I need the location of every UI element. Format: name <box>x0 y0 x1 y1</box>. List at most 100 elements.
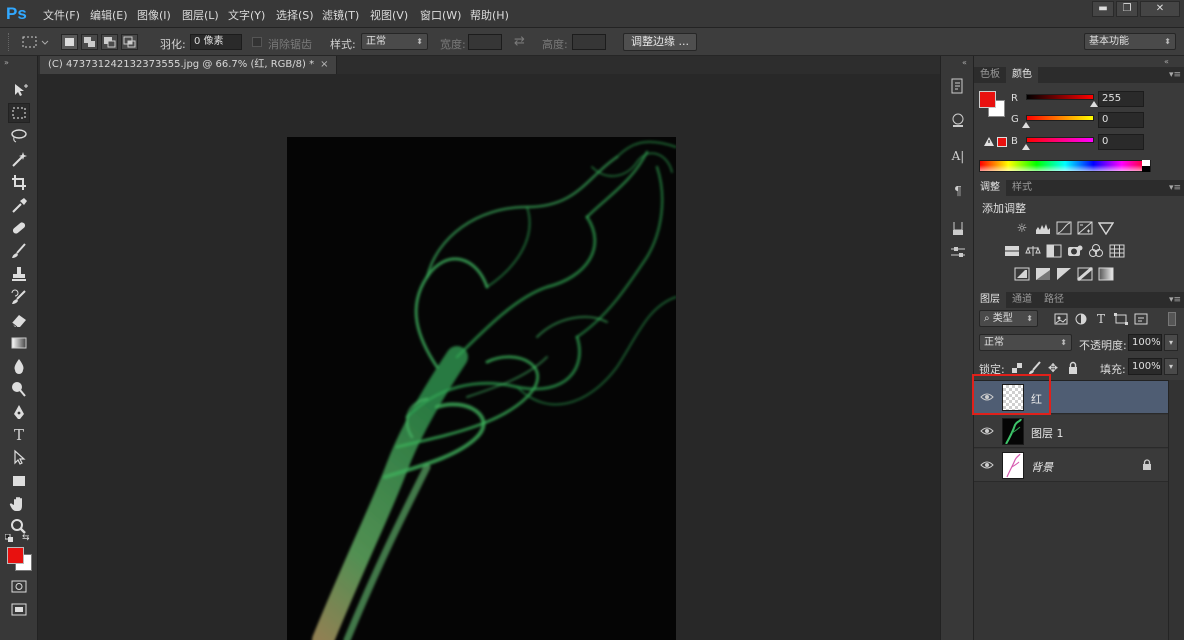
channel-r-value[interactable]: 255 <box>1098 91 1144 107</box>
refine-edge-button[interactable]: 调整边缘 ... <box>623 33 697 51</box>
color-foreground-swatch[interactable] <box>979 91 996 108</box>
collapse-strip-icon[interactable]: « <box>962 58 967 67</box>
visibility-eye-icon[interactable] <box>980 425 994 437</box>
quick-mask-icon[interactable] <box>8 576 30 596</box>
blur-tool-icon[interactable] <box>8 356 30 376</box>
color-lookup-icon[interactable] <box>1109 244 1125 258</box>
channel-b-value[interactable]: 0 <box>1098 134 1144 150</box>
fill-dropdown-arrow-icon[interactable]: ▾ <box>1164 358 1178 375</box>
tab-color[interactable]: 颜色 <box>1006 67 1038 83</box>
tab-channels[interactable]: 通道 <box>1006 292 1038 308</box>
filter-smart-object-icon[interactable] <box>1133 312 1149 326</box>
history-brush-tool-icon[interactable] <box>8 287 30 307</box>
tab-paths[interactable]: 路径 <box>1038 292 1070 308</box>
menu-file[interactable]: 文件(F) <box>43 7 80 23</box>
opacity-input[interactable]: 100% <box>1128 334 1162 351</box>
move-tool-icon[interactable] <box>8 80 30 100</box>
swap-colors-icon[interactable]: ⇆ <box>22 533 30 543</box>
layer-row-background[interactable]: 背景 <box>974 449 1168 482</box>
document-image[interactable] <box>287 137 676 640</box>
pen-tool-icon[interactable] <box>8 402 30 422</box>
hue-saturation-icon[interactable] <box>1004 244 1020 258</box>
panel-menu-icon[interactable]: ▾≡ <box>1169 292 1181 308</box>
gradient-map-icon[interactable] <box>1098 267 1114 281</box>
color-spectrum-bar[interactable] <box>979 160 1151 172</box>
properties-panel-icon[interactable] <box>948 242 968 262</box>
clone-stamp-tool-icon[interactable] <box>8 264 30 284</box>
photo-filter-icon[interactable] <box>1067 244 1083 258</box>
close-document-icon[interactable]: × <box>320 59 328 70</box>
curves-icon[interactable] <box>1056 221 1072 235</box>
layer-thumbnail-smoke[interactable] <box>1002 418 1024 445</box>
lock-all-icon[interactable] <box>1065 361 1081 375</box>
tool-preset-picker[interactable] <box>20 33 50 51</box>
menu-select[interactable]: 选择(S) <box>276 7 314 23</box>
levels-icon[interactable] <box>1035 221 1051 235</box>
brightness-contrast-icon[interactable]: ☼ <box>1014 221 1030 235</box>
panel-menu-icon[interactable]: ▾≡ <box>1169 67 1181 83</box>
feather-input[interactable]: 0 像素 <box>190 34 242 50</box>
menu-layer[interactable]: 图层(L) <box>182 7 219 23</box>
antialias-checkbox[interactable] <box>252 37 262 47</box>
layers-scrollbar[interactable] <box>1168 380 1184 640</box>
healing-brush-tool-icon[interactable] <box>8 218 30 238</box>
brush-tool-icon[interactable] <box>8 241 30 261</box>
lock-position-icon[interactable]: ✥ <box>1045 361 1061 375</box>
lasso-tool-icon[interactable] <box>8 126 30 146</box>
collapse-dock-icon[interactable]: « <box>1164 57 1169 66</box>
foreground-color-swatch[interactable] <box>7 547 24 564</box>
menu-window[interactable]: 窗口(W) <box>420 7 461 23</box>
rectangle-tool-icon[interactable] <box>8 471 30 491</box>
threshold-icon[interactable] <box>1056 267 1072 281</box>
layer-filter-select[interactable]: ⌕ 类型 ⬍ <box>979 310 1038 327</box>
gamut-color-chip[interactable] <box>997 137 1007 147</box>
actions-panel-icon[interactable] <box>948 111 968 131</box>
default-colors-icon[interactable] <box>5 534 13 542</box>
channel-g-value[interactable]: 0 <box>1098 112 1144 128</box>
selective-color-icon[interactable] <box>1077 267 1093 281</box>
minimize-button[interactable]: ▬ <box>1092 1 1114 17</box>
gradient-tool-icon[interactable] <box>8 333 30 353</box>
paragraph-panel-icon[interactable]: ¶ <box>948 181 968 201</box>
collapse-tools-icon[interactable]: » <box>4 58 9 67</box>
channel-r-slider[interactable] <box>1026 94 1094 100</box>
filter-type-icon[interactable]: T <box>1093 312 1109 326</box>
blend-mode-select[interactable]: 正常 ⬍ <box>979 334 1072 351</box>
tab-styles[interactable]: 样式 <box>1006 180 1038 196</box>
layer-thumbnail-white[interactable] <box>1002 452 1024 479</box>
magic-wand-tool-icon[interactable] <box>8 149 30 169</box>
channel-mixer-icon[interactable] <box>1088 244 1104 258</box>
menu-help[interactable]: 帮助(H) <box>470 7 509 23</box>
channel-b-slider[interactable] <box>1026 137 1094 143</box>
eraser-tool-icon[interactable] <box>8 310 30 330</box>
opacity-dropdown-arrow-icon[interactable]: ▾ <box>1164 334 1178 351</box>
menu-image[interactable]: 图像(I) <box>137 7 171 23</box>
fill-input[interactable]: 100% <box>1128 358 1162 375</box>
intersect-selection-button[interactable] <box>121 34 138 50</box>
add-selection-button[interactable] <box>81 34 98 50</box>
menu-filter[interactable]: 滤镜(T) <box>322 7 359 23</box>
new-selection-button[interactable] <box>61 34 78 50</box>
document-tab[interactable]: (C) 473731242132373555.jpg @ 66.7% (红, R… <box>40 56 338 74</box>
black-white-icon[interactable] <box>1046 244 1062 258</box>
invert-icon[interactable] <box>1014 267 1030 281</box>
menu-edit[interactable]: 编辑(E) <box>90 7 128 23</box>
eyedropper-tool-icon[interactable] <box>8 195 30 215</box>
vibrance-icon[interactable] <box>1098 221 1114 235</box>
tab-adjustments[interactable]: 调整 <box>974 180 1006 196</box>
channel-b-thumb[interactable] <box>1022 144 1030 150</box>
channel-r-thumb[interactable] <box>1090 101 1098 107</box>
marquee-tool-icon[interactable] <box>8 103 30 123</box>
tab-swatches[interactable]: 色板 <box>974 67 1006 83</box>
workspace-select[interactable]: 基本功能 ⬍ <box>1084 33 1176 50</box>
filter-toggle-switch[interactable] <box>1168 312 1176 326</box>
subtract-selection-button[interactable] <box>101 34 118 50</box>
tool-presets-panel-icon[interactable] <box>948 218 968 238</box>
style-select[interactable]: 正常 ⬍ <box>361 33 428 50</box>
history-panel-icon[interactable] <box>948 76 968 96</box>
menu-view[interactable]: 视图(V) <box>370 7 408 23</box>
layer-name[interactable]: 图层 1 <box>1031 425 1064 441</box>
menu-type[interactable]: 文字(Y) <box>228 7 265 23</box>
visibility-eye-icon[interactable] <box>980 459 994 471</box>
screen-mode-icon[interactable] <box>8 599 30 619</box>
